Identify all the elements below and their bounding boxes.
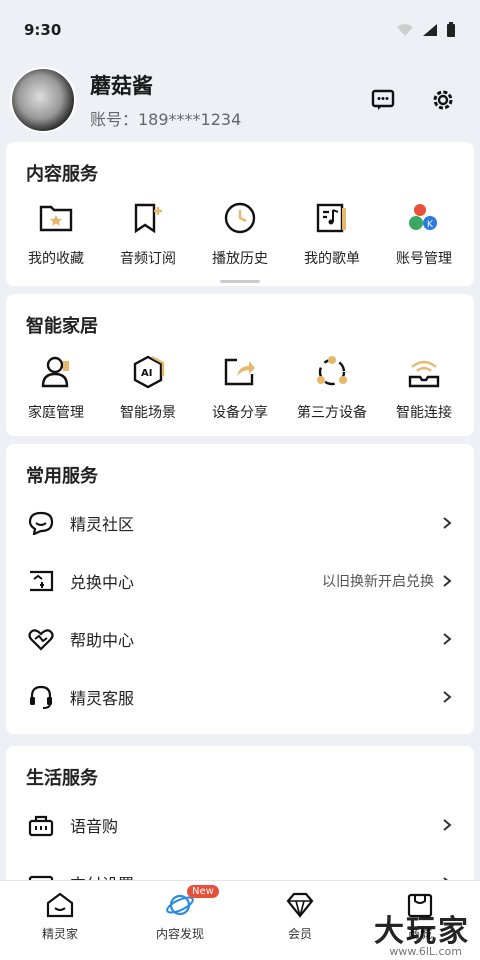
battery-icon	[447, 22, 455, 37]
chevron-right-icon	[443, 691, 452, 703]
page-indicator	[220, 280, 260, 283]
row-extra: 以旧换新开启兑换	[322, 574, 434, 590]
svg-text:AI: AI	[141, 368, 152, 379]
grid-item-device-share[interactable]: 设备分享	[195, 352, 285, 422]
row-label: 兑换中心	[70, 573, 135, 592]
settings-gear-icon[interactable]	[430, 87, 456, 113]
headset-icon	[28, 684, 54, 710]
common-services-card: 常用服务 精灵社区 兑换中心 以旧换新开启兑换 帮助中心 精灵客服	[6, 444, 474, 734]
grid-label: 播放历史	[212, 251, 268, 267]
tab-discover[interactable]: New 内容发现	[135, 881, 225, 960]
list-row-help[interactable]: 帮助中心	[6, 610, 474, 668]
watermark-url: www.6lL.com	[389, 945, 462, 958]
chevron-right-icon	[443, 633, 452, 645]
tab-label: 内容发现	[155, 927, 204, 941]
content-services-title: 内容服务	[26, 164, 98, 185]
tab-home[interactable]: 精灵家	[15, 881, 105, 960]
profile-name: 蘑菇酱	[90, 74, 153, 98]
smart-home-card: 智能家居 家庭管理 AI 智能场景 设备分享 第三方设备 智能连接	[6, 294, 474, 436]
grid-label: 设备分享	[212, 405, 268, 421]
tab-member[interactable]: 会员	[255, 881, 345, 960]
grid-label: 智能连接	[396, 405, 452, 421]
grid-label: 第三方设备	[297, 405, 367, 421]
row-label: 语音购	[70, 817, 119, 836]
tab-label: 精灵家	[41, 927, 78, 941]
grid-item-family[interactable]: 家庭管理	[11, 352, 101, 422]
ai-hex-icon: AI	[128, 352, 168, 392]
status-time: 9:30	[24, 21, 62, 39]
grid-item-scene[interactable]: AI 智能场景	[103, 352, 193, 422]
watermark-logo: 大玩家	[374, 914, 470, 949]
row-label: 帮助中心	[70, 631, 135, 650]
grid-label: 我的歌单	[304, 251, 360, 267]
message-icon[interactable]	[370, 87, 396, 113]
smart-home-title: 智能家居	[26, 316, 98, 337]
life-services-title: 生活服务	[26, 768, 98, 789]
grid-item-audio-subscribe[interactable]: 音频订阅	[103, 198, 193, 268]
list-row-exchange[interactable]: 兑换中心 以旧换新开启兑换	[6, 552, 474, 610]
grid-label: 家庭管理	[28, 405, 84, 421]
chat-icon	[28, 510, 54, 536]
share-icon	[220, 352, 260, 392]
grid-label: 账号管理	[396, 251, 452, 267]
row-label: 精灵社区	[70, 515, 135, 534]
signal-icon	[423, 24, 437, 36]
grid-item-play-history[interactable]: 播放历史	[195, 198, 285, 268]
grid-label: 智能场景	[120, 405, 176, 421]
playlist-icon	[312, 198, 352, 238]
grid-item-favorites[interactable]: 我的收藏	[11, 198, 101, 268]
chevron-right-icon	[443, 517, 452, 529]
common-services-title: 常用服务	[26, 466, 98, 487]
star-folder-icon	[36, 198, 76, 238]
network-icon	[312, 352, 352, 392]
person-icon	[36, 352, 76, 392]
accounts-icon: K	[404, 198, 444, 238]
grid-label: 音频订阅	[120, 251, 176, 267]
list-row-voice-shopping[interactable]: 语音购	[6, 796, 474, 854]
grid-item-smart-connect[interactable]: 智能连接	[379, 352, 469, 422]
diamond-icon	[286, 892, 314, 918]
content-services-card: 内容服务 我的收藏 音频订阅 播放历史 我的歌单 K 账号管理	[6, 142, 474, 286]
profile-header: 蘑菇酱 账号：189****1234	[0, 60, 480, 140]
status-bar: 9:30	[0, 0, 480, 60]
grid-item-third-party[interactable]: 第三方设备	[287, 352, 377, 422]
list-row-customer-service[interactable]: 精灵客服	[6, 668, 474, 726]
home-icon	[46, 892, 74, 918]
clock-icon	[220, 198, 260, 238]
grid-item-accounts[interactable]: K 账号管理	[379, 198, 469, 268]
chevron-right-icon	[443, 819, 452, 831]
tab-label: 会员	[287, 927, 312, 941]
grid-item-playlist[interactable]: 我的歌单	[287, 198, 377, 268]
row-label: 精灵客服	[70, 689, 135, 708]
grid-label: 我的收藏	[28, 251, 84, 267]
exchange-icon	[28, 568, 54, 594]
cart-icon	[28, 812, 54, 838]
chevron-right-icon	[443, 575, 452, 587]
wifi-status-icon	[397, 24, 413, 36]
wifi-icon	[404, 352, 444, 392]
avatar[interactable]	[10, 67, 76, 133]
bookmark-plus-icon	[128, 198, 168, 238]
list-row-community[interactable]: 精灵社区	[6, 494, 474, 552]
status-icons	[396, 22, 456, 38]
profile-account: 账号：189****1234	[90, 110, 242, 129]
new-badge: New	[187, 885, 219, 898]
heart-hand-icon	[28, 626, 54, 652]
